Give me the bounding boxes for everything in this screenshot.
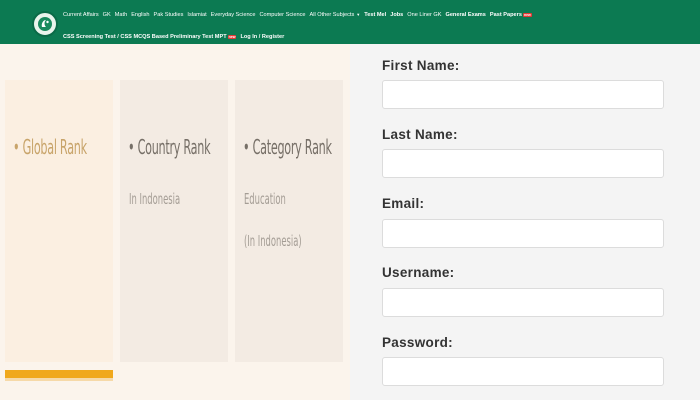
nav-link-label: Test Mel (364, 12, 387, 18)
alexa-rank-panel: • Global Rank • Country Rank In Indonesi… (0, 44, 350, 400)
nav-link-test-mel[interactable]: Test Mel (364, 12, 386, 18)
logo-emblem-icon (38, 17, 52, 31)
nav-link-label: Current Affairs (63, 12, 99, 18)
email-label: Email: (382, 196, 425, 211)
nav-link-label: Islamiat (187, 12, 207, 18)
nav-link-label: CSS Screening Test / CSS MCQS Based Prel… (63, 34, 227, 40)
nav-link-label: Math (114, 12, 128, 18)
site-logo[interactable] (32, 11, 58, 37)
nav-link-islamiat[interactable]: Islamiat (187, 12, 206, 18)
nav-link-css-screening-test-css-mcqs-based-preliminary-test-mpt[interactable]: CSS Screening Test / CSS MCQS Based Prel… (63, 34, 237, 40)
nav-link-current-affairs[interactable]: Current Affairs (63, 12, 99, 18)
nav-link-english[interactable]: English (131, 12, 149, 18)
first-name-label: First Name: (382, 58, 460, 73)
nav-link-general-exams[interactable]: General Exams (445, 12, 485, 18)
nav-link-everyday-science[interactable]: Everyday Science (211, 12, 256, 18)
last-name-label: Last Name: (382, 127, 458, 142)
chevron-down-icon: ▼ (356, 12, 361, 18)
first-name-input[interactable] (382, 80, 664, 109)
password-input[interactable] (382, 357, 664, 386)
nav-link-label: All Other Subjects (309, 12, 355, 18)
nav-link-label: One Liner GK (407, 12, 442, 18)
nav-link-pak-studies[interactable]: Pak Studies (154, 12, 184, 18)
nav-link-label: Everyday Science (210, 12, 256, 18)
password-label: Password: (382, 335, 453, 350)
new-badge: new (227, 34, 237, 39)
nav-link-label: Past Papers (489, 12, 522, 18)
nav-link-past-papers[interactable]: Past Papers new (490, 12, 532, 18)
nav-link-all-other-subjects[interactable]: All Other Subjects ▼ (309, 12, 360, 18)
category-rank-subtitle: Education (244, 190, 286, 208)
country-rank-title: • Country Rank (128, 135, 211, 159)
global-rank-bar (5, 370, 113, 378)
username-input[interactable] (382, 288, 664, 317)
country-rank-card: • Country Rank In Indonesia (120, 80, 228, 362)
category-rank-region: (In Indonesia) (244, 232, 302, 250)
nav-link-label: Pak Studies (153, 12, 184, 18)
nav-link-label: General Exams (445, 12, 486, 18)
nav-link-label: Jobs (390, 12, 404, 18)
nav-menu-secondary: CSS Screening Test / CSS MCQS Based Prel… (63, 31, 288, 43)
email-input[interactable] (382, 219, 664, 248)
last-name-input[interactable] (382, 149, 664, 178)
nav-link-gk[interactable]: GK (103, 12, 111, 18)
category-rank-card: • Category Rank Education (In Indonesia) (235, 80, 343, 362)
nav-link-math[interactable]: Math (115, 12, 127, 18)
registration-form: First Name: Last Name: Email: Username: … (350, 44, 700, 400)
nav-link-jobs[interactable]: Jobs (390, 12, 403, 18)
nav-link-log-in-register[interactable]: Log In / Register (240, 34, 284, 40)
nav-link-label: Log In / Register (240, 34, 285, 40)
new-badge: new (522, 12, 532, 17)
category-rank-title: • Category Rank (243, 135, 332, 159)
top-navbar: Current Affairs GK Math English Pak Studies I… (0, 0, 700, 44)
nav-link-label: English (131, 12, 150, 18)
username-label: Username: (382, 265, 455, 280)
global-rank-bar-shadow (5, 378, 113, 381)
global-rank-title: • Global Rank (13, 135, 87, 159)
nav-link-one-liner-gk[interactable]: One Liner GK (407, 12, 441, 18)
nav-link-computer-science[interactable]: Computer Science (259, 12, 305, 18)
global-rank-card: • Global Rank (5, 80, 113, 362)
nav-link-label: GK (102, 12, 111, 18)
nav-menu-primary: Current Affairs GK Math English Pak Studies I… (63, 9, 536, 21)
country-rank-subtitle: In Indonesia (129, 190, 181, 208)
nav-link-label: Computer Science (259, 12, 306, 18)
